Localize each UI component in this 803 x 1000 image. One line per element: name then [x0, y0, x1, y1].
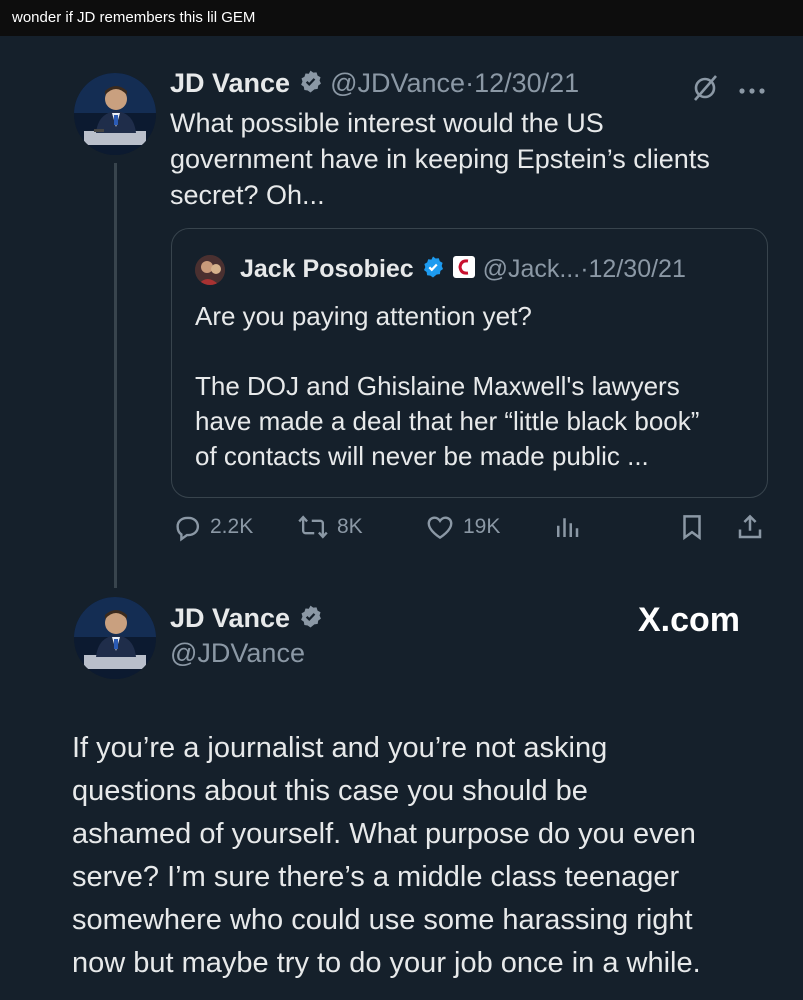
bookmark-icon — [683, 515, 701, 541]
tweet1-date[interactable]: 12/30/21 — [474, 68, 579, 98]
quote-separator: · — [580, 255, 589, 284]
quote-paragraph: Are you paying attention yet? — [195, 301, 532, 331]
tweet1-author-name[interactable]: JD Vance — [170, 68, 290, 98]
tweet1-line: What possible interest would the US — [170, 108, 604, 138]
quote-handle[interactable]: @Jack... — [483, 255, 581, 283]
quote-header: Jack Posobiec @Jack...·12/30/21 — [240, 255, 686, 286]
tweet2-line: questions about this case you should be — [72, 775, 588, 807]
quoted-tweet-card[interactable]: Jack Posobiec @Jack...·12/30/21 Are you … — [171, 228, 768, 498]
thread-connector — [114, 163, 117, 588]
tweet-action-bar: 2.2K 8K 19K — [172, 512, 772, 552]
bookmark-button[interactable] — [677, 512, 715, 542]
tweet2-line: serve? I’m sure there’s a middle class t… — [72, 861, 680, 893]
views-button[interactable] — [552, 512, 590, 542]
tweet2-text: If you’re a journalist and you’re not as… — [72, 727, 772, 985]
quote-date[interactable]: 12/30/21 — [589, 255, 686, 283]
like-icon — [427, 516, 453, 540]
tweet1-separator: · — [465, 68, 475, 98]
verified-badge-icon — [421, 255, 445, 286]
share-icon — [738, 514, 762, 539]
grok-icon[interactable] — [690, 73, 720, 108]
tweet1-line: secret? Oh... — [170, 180, 325, 210]
jd-vance-avatar[interactable] — [74, 73, 156, 155]
repost-button[interactable]: 8K — [297, 512, 363, 542]
tweet2-line: If you’re a journalist and you’re not as… — [72, 732, 608, 764]
more-options-icon[interactable] — [738, 82, 766, 100]
tweet1-text: What possible interest would the US gove… — [170, 105, 750, 213]
jd-vance-avatar[interactable] — [74, 597, 156, 679]
reply-icon — [176, 516, 200, 542]
like-button[interactable]: 19K — [425, 512, 500, 542]
repost-count: 8K — [337, 515, 363, 538]
tweet2-line: somewhere who could use some harassing r… — [72, 904, 693, 936]
quote-author-name[interactable]: Jack Posobiec — [240, 255, 414, 283]
verified-badge-icon — [298, 604, 323, 636]
quote-line: of contacts will never be made public ..… — [195, 441, 649, 471]
tweet1-handle[interactable]: @JDVance — [330, 68, 465, 98]
tweet2-line: ashamed of yourself. What purpose do you… — [72, 818, 696, 850]
jack-posobiec-avatar[interactable] — [195, 255, 225, 285]
quote-line: The DOJ and Ghislaine Maxwell's lawyers — [195, 371, 680, 401]
tweet1-line: government have in keeping Epstein’s cli… — [170, 144, 710, 174]
tweet2-handle[interactable]: @JDVance — [170, 638, 305, 669]
tweet1-header: JD Vance @JDVance·12/30/21 — [170, 68, 579, 101]
tweet2-line: now but maybe try to do your job once in… — [72, 947, 701, 979]
views-icon — [557, 518, 579, 537]
quote-line: have made a deal that her “little black … — [195, 406, 700, 436]
post-caption: wonder if JD remembers this lil GEM — [0, 0, 803, 36]
verified-badge-icon — [298, 69, 323, 101]
share-button[interactable] — [735, 512, 773, 542]
reply-button[interactable]: 2.2K — [172, 512, 253, 542]
tweet2-author: JD Vance — [170, 603, 323, 636]
affiliate-badge-icon — [452, 255, 476, 286]
xcom-logo: X.com — [638, 601, 741, 639]
quote-text: Are you paying attention yet? The DOJ an… — [195, 299, 755, 474]
reply-count: 2.2K — [210, 515, 254, 538]
repost-icon — [298, 515, 328, 539]
like-count: 19K — [463, 515, 501, 538]
tweet2-author-name[interactable]: JD Vance — [170, 603, 290, 633]
